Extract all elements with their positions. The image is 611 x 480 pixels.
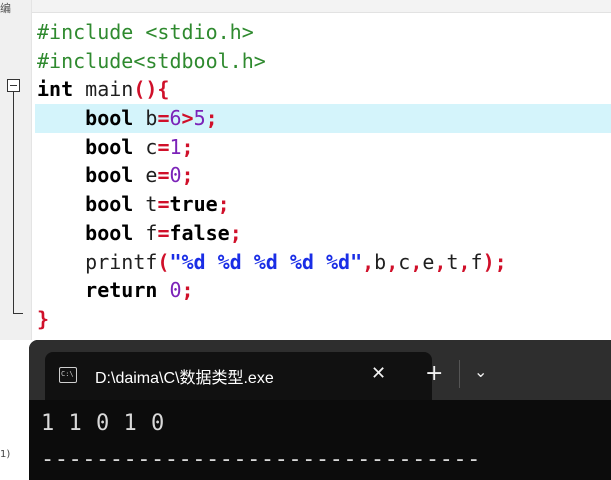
program-output: 1 1 0 1 0 — [41, 411, 165, 436]
fold-range-end — [13, 313, 23, 314]
code-token: 1 — [169, 134, 182, 159]
code-token: , — [386, 249, 399, 274]
code-line[interactable]: #include <stdio.h> — [37, 18, 611, 47]
code-token: ( — [157, 249, 170, 274]
code-area[interactable]: #include <stdio.h> #include<stdbool.h> int… — [35, 18, 611, 334]
code-token: ; — [181, 134, 194, 159]
code-line[interactable]: bool c=1; — [37, 133, 611, 162]
code-token: t — [133, 192, 158, 217]
code-token: bool — [85, 134, 134, 159]
code-token: 5 — [193, 106, 206, 131]
code-line[interactable]: bool e=0; — [37, 161, 611, 190]
code-line[interactable]: int main(){ — [37, 75, 611, 104]
editor-top-strip — [0, 0, 611, 13]
code-token: return — [85, 278, 158, 303]
code-token: } — [37, 306, 50, 331]
code-token: "%d %d %d %d %d" — [169, 249, 363, 274]
code-line[interactable]: printf("%d %d %d %d %d",b,c,e,t,f); — [37, 248, 611, 277]
code-token: = — [157, 106, 170, 131]
code-token: = — [157, 192, 170, 217]
code-token: ; — [181, 278, 194, 303]
code-token: true — [169, 192, 218, 217]
code-token: = — [157, 163, 170, 188]
gutter-tab-fragment: 编 — [0, 2, 11, 15]
code-token: , — [434, 249, 447, 274]
code-token: b — [374, 249, 387, 274]
terminal-tab-bar: C:\ D:\daima\C\数据类型.exe ✕ + ⌄ — [29, 340, 611, 400]
editor-gutter: 编 — [0, 0, 32, 340]
code-token: ; — [217, 192, 230, 217]
code-line-current[interactable]: bool b=6>5; — [35, 104, 611, 133]
output-divider: -------------------------------- — [41, 447, 481, 472]
code-token: f — [470, 249, 483, 274]
code-token: int — [37, 77, 74, 102]
code-token: ; — [181, 163, 194, 188]
code-token: b — [133, 106, 158, 131]
code-token: ) — [482, 249, 495, 274]
fold-range-line — [13, 92, 14, 314]
code-line[interactable]: return 0; — [37, 276, 611, 305]
tab-title: D:\daima\C\数据类型.exe — [95, 370, 274, 387]
code-token: , — [362, 249, 375, 274]
code-editor[interactable]: 编 #include <stdio.h> #include<stdbool.h> i… — [0, 0, 611, 340]
code-line[interactable]: bool f=false; — [37, 219, 611, 248]
fold-collapse-icon[interactable] — [7, 79, 20, 92]
code-token: 0 — [169, 278, 182, 303]
code-token: bool — [85, 220, 134, 245]
close-icon[interactable]: ✕ — [371, 365, 386, 383]
edge-label-fragment: 1) — [0, 449, 11, 460]
code-token: e — [422, 249, 435, 274]
code-token: , — [410, 249, 423, 274]
code-line[interactable]: } — [37, 305, 611, 334]
code-token: bool — [85, 192, 134, 217]
code-token: ; — [494, 249, 507, 274]
terminal-tab[interactable]: C:\ D:\daima\C\数据类型.exe ✕ — [45, 352, 432, 400]
code-token: 6 — [169, 106, 182, 131]
code-token: false — [169, 220, 230, 245]
code-token: f — [133, 220, 158, 245]
code-token: , — [458, 249, 471, 274]
terminal-app-icon: C:\ — [59, 367, 77, 383]
code-token: bool — [85, 106, 134, 131]
terminal-output-area[interactable]: 1 1 0 1 0 ------------------------------… — [29, 400, 611, 480]
code-token: #include<stdbool.h> — [37, 48, 266, 73]
code-token: 0 — [169, 163, 182, 188]
code-line[interactable]: bool t=true; — [37, 190, 611, 219]
terminal-window[interactable]: C:\ D:\daima\C\数据类型.exe ✕ + ⌄ 1 1 0 1 0 … — [29, 340, 611, 480]
terminal-app-icon-text: C:\ — [61, 370, 74, 378]
code-token: #include <stdio.h> — [37, 20, 254, 44]
code-token: c — [133, 134, 158, 159]
code-token: bool — [85, 163, 134, 188]
code-token: = — [157, 134, 170, 159]
plus-icon[interactable]: + — [425, 363, 443, 385]
chevron-down-icon[interactable]: ⌄ — [474, 364, 487, 380]
tab-separator — [459, 360, 460, 388]
code-token: > — [181, 106, 194, 131]
code-token: ; — [205, 106, 218, 131]
code-token: ; — [229, 220, 242, 245]
code-line[interactable]: #include<stdbool.h> — [37, 47, 611, 76]
code-token: main — [73, 77, 134, 102]
code-token: t — [446, 249, 459, 274]
code-token: c — [398, 249, 411, 274]
code-token: e — [133, 163, 158, 188]
code-token: = — [157, 220, 170, 245]
code-token: (){ — [133, 77, 170, 102]
code-token: printf — [37, 249, 158, 274]
